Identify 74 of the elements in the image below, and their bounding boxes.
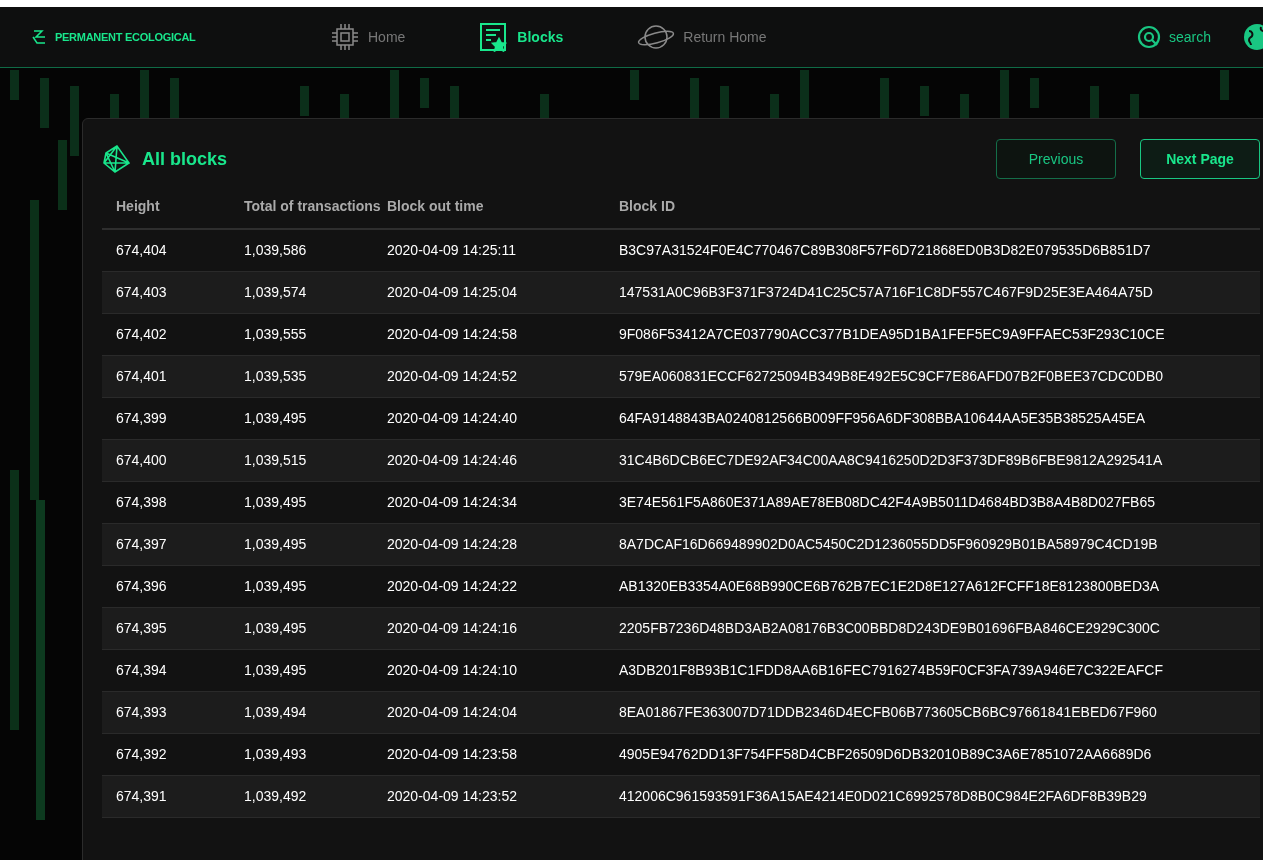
table-cell: 1,039,493 bbox=[244, 746, 307, 762]
nav-link[interactable]: Blocks bbox=[479, 22, 564, 52]
table-cell: 674,401 bbox=[116, 368, 167, 384]
table-cell: 2020-04-09 14:24:46 bbox=[387, 452, 517, 468]
table-cell: 674,392 bbox=[116, 746, 167, 762]
table-cell: 1,039,574 bbox=[244, 284, 307, 300]
page-button[interactable]: Next Page bbox=[1140, 139, 1260, 179]
table-cell: 2020-04-09 14:25:04 bbox=[387, 284, 517, 300]
table-cell: 1,039,555 bbox=[244, 326, 307, 342]
table-cell: 2020-04-09 14:24:22 bbox=[387, 578, 517, 594]
table-cell: 9F086F53412A7CE037790ACC377B1DEA95D1BA1FEF5EC9A9FFAEC53F293C10CE bbox=[619, 326, 1165, 342]
table-cell: 2020-04-09 14:24:28 bbox=[387, 536, 517, 552]
table-cell: 1,039,535 bbox=[244, 368, 307, 384]
table-cell: 2020-04-09 14:23:52 bbox=[387, 788, 517, 804]
table-cell: 1,039,495 bbox=[244, 662, 307, 678]
search-icon bbox=[1136, 25, 1161, 49]
table-cell: 674,400 bbox=[116, 452, 167, 468]
table-cell: 674,398 bbox=[116, 494, 167, 510]
column-header: Height bbox=[116, 197, 160, 214]
table-cell: 1,039,495 bbox=[244, 410, 307, 426]
table-cell: 1,039,495 bbox=[244, 536, 307, 552]
table-cell: 674,402 bbox=[116, 326, 167, 342]
table-cell: 2020-04-09 14:24:16 bbox=[387, 620, 517, 636]
table-cell: 674,391 bbox=[116, 788, 167, 804]
table-cell: 2020-04-09 14:24:10 bbox=[387, 662, 517, 678]
table-cell: 1,039,495 bbox=[244, 494, 307, 510]
table-cell: 674,397 bbox=[116, 536, 167, 552]
chip-icon bbox=[330, 22, 360, 52]
table-cell: 2020-04-09 14:24:34 bbox=[387, 494, 517, 510]
table-cell: 1,039,494 bbox=[244, 704, 307, 720]
table-cell: 4905E94762DD13F754FF58D4CBF26509D6DB32010B89C3A6E7851072AA6689D6 bbox=[619, 746, 1152, 762]
table-cell: 2020-04-09 14:25:11 bbox=[387, 242, 516, 258]
table-cell: 1,039,586 bbox=[244, 242, 307, 258]
table-cell: 1,039,515 bbox=[244, 452, 307, 468]
table-cell: B3C97A31524F0E4C770467C89B308F57F6D721868ED0B3D82E079535D6B851D7 bbox=[619, 242, 1151, 258]
table-cell: 412006C961593591F36A15AE4214E0D021C6992578D8B0C984E2FA6DF8B39B29 bbox=[619, 788, 1147, 804]
table-cell: 2020-04-09 14:24:58 bbox=[387, 326, 517, 342]
table-cell: 8A7DCAF16D669489902D0AC5450C2D1236055DD5F960929B01BA58979C4CD19B bbox=[619, 536, 1158, 552]
table-cell: 2020-04-09 14:24:40 bbox=[387, 410, 517, 426]
table-cell: 1,039,495 bbox=[244, 620, 307, 636]
page-button[interactable]: Previous bbox=[996, 139, 1116, 179]
table-cell: 147531A0C96B3F371F3724D41C25C57A716F1C8DF557C467F9D25E3EA464A75D bbox=[619, 284, 1153, 300]
table-cell: 579EA060831ECCF62725094B349B8E492E5C9CF7E86AFD07B2F0BEE37CDC0DB0 bbox=[619, 368, 1164, 384]
table-cell: AB1320EB3354A0E68B990CE6B762B7EC1E2D8E127A612FCFF18E8123800BED3A bbox=[619, 578, 1160, 594]
table-cell: 64FA9148843BA0240812566B009FF956A6DF308BBA10644AA5E35B38525A45EA bbox=[619, 410, 1146, 426]
table-cell: 674,396 bbox=[116, 578, 167, 594]
table-cell: 31C4B6DCB6EC7DE92AF34C00AA8C9416250D2D3F373DF89B6FBE9812A292541A bbox=[619, 452, 1163, 468]
globe-icon[interactable] bbox=[1243, 23, 1263, 51]
table-cell: 2205FB7236D48BD3AB2A08176B3C00BBD8D243DE9B01696FBA846CE2929C300C bbox=[619, 620, 1160, 636]
nav-link[interactable]: Home bbox=[330, 22, 406, 52]
panel-title: All blocks bbox=[142, 147, 228, 171]
search-link[interactable]: search bbox=[1136, 25, 1211, 49]
network-icon bbox=[102, 144, 132, 174]
logo-icon bbox=[31, 30, 47, 44]
table-cell: 674,394 bbox=[116, 662, 167, 678]
table-cell: 674,403 bbox=[116, 284, 167, 300]
table-cell: 674,393 bbox=[116, 704, 167, 720]
table-cell: 3E74E561F5A860E371A89AE78EB08DC42F4A9B5011D4684BD3B8A4B8D027FB65 bbox=[619, 494, 1156, 510]
column-header: Total of transactions bbox=[244, 197, 381, 214]
table-cell: 1,039,495 bbox=[244, 578, 307, 594]
table-cell: 674,395 bbox=[116, 620, 167, 636]
table-cell: 1,039,492 bbox=[244, 788, 307, 804]
table-cell: 674,404 bbox=[116, 242, 167, 258]
column-header: Block out time bbox=[387, 197, 484, 214]
nav-link[interactable]: Return Home bbox=[637, 22, 767, 52]
table-cell: 2020-04-09 14:24:52 bbox=[387, 368, 517, 384]
table-cell: 674,399 bbox=[116, 410, 167, 426]
table-cell: A3DB201F8B93B1C1FDD8AA6B16FEC7916274B59F0CF3FA739A946E7C322EAFCF bbox=[619, 662, 1163, 678]
column-header: Block ID bbox=[619, 197, 675, 214]
table-cell: 2020-04-09 14:24:04 bbox=[387, 704, 517, 720]
table-cell: 2020-04-09 14:23:58 bbox=[387, 746, 517, 762]
planet-icon bbox=[637, 22, 676, 52]
table-cell: 8EA01867FE363007D71DDB2346D4ECFB06B773605CB6BC97661841EBED67F960 bbox=[619, 704, 1157, 720]
brand-name: PERMANENT ECOLOGICAL bbox=[55, 29, 196, 45]
